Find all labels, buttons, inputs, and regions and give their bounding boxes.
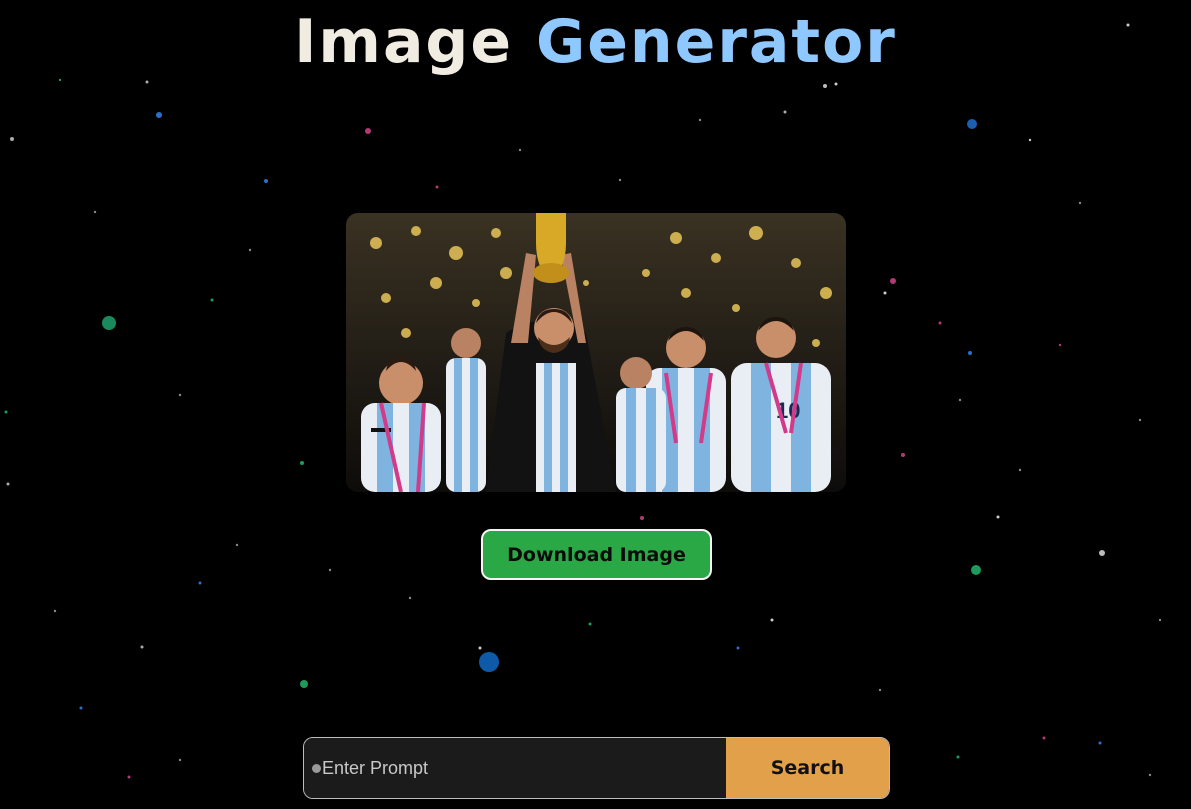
input-status-dot bbox=[312, 764, 321, 773]
generated-image: 10 bbox=[346, 213, 846, 492]
title-word-generator: Generator bbox=[535, 7, 897, 77]
prompt-input[interactable] bbox=[304, 738, 726, 798]
prompt-search-bar: Search bbox=[303, 737, 890, 799]
title-word-image: Image bbox=[294, 7, 514, 77]
search-button[interactable]: Search bbox=[726, 738, 889, 798]
download-image-button[interactable]: Download Image bbox=[481, 529, 712, 580]
generated-image-picture: 10 bbox=[346, 213, 846, 492]
page-title: Image Generator bbox=[0, 2, 1191, 82]
